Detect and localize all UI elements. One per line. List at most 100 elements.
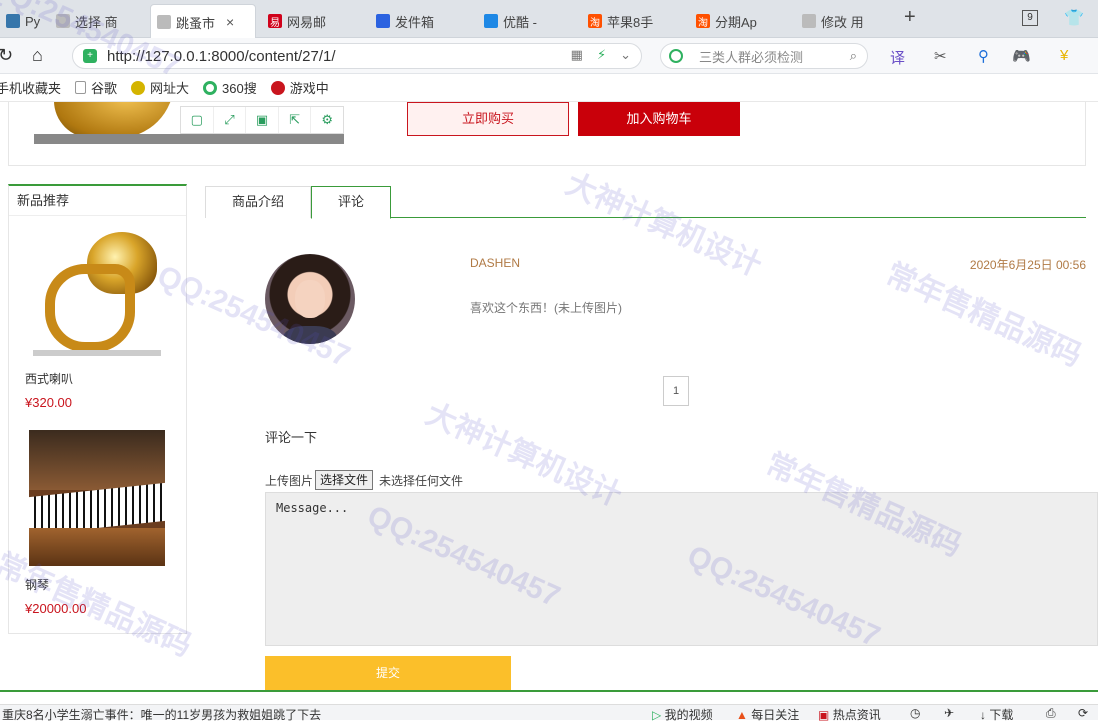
page-icon — [75, 81, 87, 94]
avatar-shirt — [283, 326, 337, 344]
tab-select-product[interactable]: 选择 商 — [50, 4, 150, 38]
news-ticker[interactable]: 重庆8名小学生溺亡事件：唯一的11岁男孩为救姐姐跳了下去 — [2, 706, 321, 723]
taobao-icon: 淘 — [588, 14, 602, 29]
bookmark-label: 手机收藏夹 — [0, 81, 62, 96]
product-name[interactable]: 钢琴 — [25, 576, 179, 593]
no-file-text: 未选择任何文件 — [379, 473, 464, 488]
product-tabs: 商品介绍 评论 — [205, 184, 1086, 219]
search-placeholder: 三类人群必须检测 — [699, 49, 804, 65]
tab-label: 发件箱 — [395, 14, 435, 30]
sidebar-product-tuba[interactable]: 西式喇叭 ¥320.00 — [25, 224, 175, 410]
tab-flea-market[interactable]: 跳蚤市 × — [150, 4, 256, 39]
coin-icon[interactable]: ¥ — [1060, 47, 1068, 64]
piano-front — [29, 528, 165, 566]
game-icon[interactable]: 🎮 — [1012, 47, 1031, 65]
bookmark-url-nav[interactable]: 网址大 — [131, 78, 189, 97]
close-icon[interactable]: × — [226, 14, 234, 30]
settings-icon[interactable]: ⚙ — [311, 107, 343, 133]
bookmark-label: 谷歌 — [91, 81, 118, 96]
message-textarea[interactable]: Message... — [265, 492, 1098, 646]
tab-label: 跳蚤市 — [176, 15, 216, 31]
lightning-icon[interactable]: ⚡ — [597, 47, 606, 63]
bookmark-label: 游戏中 — [289, 81, 329, 96]
comment-text: 喜欢这个东西！(未上传图片) — [470, 301, 622, 315]
search-icon[interactable]: ⌕ — [850, 48, 857, 64]
taobao-icon: 淘 — [696, 14, 710, 29]
bookmark-label: 网址大 — [150, 81, 190, 96]
comment-date: 2020年6月25日 00:56 — [969, 258, 1086, 272]
product-thumbnail[interactable] — [29, 430, 165, 566]
speed-icon[interactable]: ◷ — [910, 706, 920, 720]
tab-label: 优酷 - — [503, 14, 537, 30]
page-icon — [802, 14, 816, 28]
avatar-face — [295, 280, 325, 318]
share-icon[interactable]: ⇱ — [279, 107, 312, 133]
page-content: ▢ ⤢ ▣ ⇱ ⚙ 立即购买 加入购物车 新品推荐 西式喇叭 ¥320.00 钢… — [0, 102, 1098, 694]
product-price: ¥320.00 — [25, 395, 72, 410]
copy-icon[interactable]: ▢ — [181, 107, 214, 133]
new-tab-button[interactable]: + — [904, 6, 916, 29]
magnifier-icon[interactable]: ⚲ — [978, 47, 989, 65]
clean-icon[interactable]: ⟳ — [1078, 706, 1088, 720]
product-name[interactable]: 西式喇叭 — [25, 370, 175, 387]
choose-file-button[interactable]: 选择文件 — [315, 470, 374, 490]
skin-icon[interactable]: 👕 — [1064, 8, 1084, 28]
tab-product-intro[interactable]: 商品介绍 — [205, 186, 311, 218]
grid-icon[interactable]: ▦ — [571, 47, 583, 63]
add-to-cart-button[interactable]: 加入购物车 — [578, 102, 740, 136]
expand-icon[interactable]: ⤢ — [214, 107, 247, 133]
tab-label: 选择 商 — [75, 14, 118, 30]
hot-news-link[interactable]: ▣ 热点资讯 — [818, 706, 881, 723]
image-toolbar: ▢ ⤢ ▣ ⇱ ⚙ — [180, 106, 344, 134]
tab-label: 苹果8手 — [607, 14, 654, 30]
product-thumbnail[interactable] — [25, 224, 161, 360]
piano-top — [29, 430, 165, 490]
python-icon — [6, 14, 20, 28]
translate-icon[interactable]: 译 — [890, 47, 905, 68]
bookmark-360-search[interactable]: 360搜 — [203, 78, 257, 97]
browser-tab-bar: Py 选择 商 跳蚤市 × 易 网易邮 发件箱 优酷 - 淘 苹果8手 淘 分期… — [0, 0, 1098, 39]
tab-label: 修改 用 — [821, 14, 864, 30]
save-icon[interactable]: ▣ — [246, 107, 279, 133]
baidu-paw-icon — [376, 14, 390, 28]
accelerate-icon[interactable]: ✈ — [944, 706, 954, 720]
tab-outbox[interactable]: 发件箱 — [370, 4, 470, 38]
home-icon[interactable]: ⌂ — [32, 45, 43, 66]
my-video-link[interactable]: ▷ 我的视频 — [652, 706, 713, 723]
refresh-icon[interactable]: ↻ — [0, 45, 13, 66]
tab-comments[interactable]: 评论 — [311, 186, 391, 219]
submit-button[interactable]: 提交 — [265, 656, 511, 690]
chevron-down-icon[interactable]: ⌄ — [620, 47, 631, 63]
image-caption-bar — [34, 134, 344, 144]
daily-focus-link[interactable]: ▲ 每日关注 — [736, 706, 799, 723]
tab-youku[interactable]: 优酷 - — [478, 4, 578, 38]
pagination-page-1[interactable]: 1 — [663, 376, 689, 406]
bookmark-google[interactable]: 谷歌 — [75, 78, 117, 97]
scissors-icon[interactable]: ✂ — [934, 47, 947, 65]
print-icon[interactable]: ⎙ — [1046, 706, 1056, 721]
tuba-picture — [54, 102, 174, 138]
tab-count-badge[interactable]: 9 — [1022, 10, 1038, 26]
360-icon — [203, 80, 218, 95]
page-icon — [157, 15, 171, 29]
download-link[interactable]: ↓ 下载 — [980, 706, 1013, 723]
tab-netease-mail[interactable]: 易 网易邮 — [262, 4, 362, 38]
tab-python[interactable]: Py — [0, 4, 40, 38]
page-icon — [56, 14, 70, 28]
sidebar-title: 新品推荐 — [9, 186, 186, 216]
youku-icon — [484, 14, 498, 28]
search-field[interactable]: 三类人群必须检测 ⌕ — [660, 43, 868, 69]
comment-username: DASHEN — [470, 256, 521, 270]
tab-label: Py — [25, 13, 40, 29]
netease-icon: 易 — [268, 14, 282, 29]
game-center-icon — [270, 80, 285, 95]
tab-modify-user[interactable]: 修改 用 — [796, 4, 896, 38]
sidebar-product-piano[interactable]: 钢琴 ¥20000.00 — [25, 430, 179, 616]
secure-shield-icon: + — [83, 49, 97, 63]
bookmark-game-center[interactable]: 游戏中 — [270, 78, 329, 97]
tab-apple8[interactable]: 淘 苹果8手 — [582, 4, 682, 38]
buy-now-button[interactable]: 立即购买 — [407, 102, 569, 136]
tab-installment[interactable]: 淘 分期Ap — [690, 4, 790, 38]
url-field[interactable]: + http://127.0.0.1:8000/content/27/1/ ▦ … — [72, 43, 642, 69]
bookmark-mobile-favorites[interactable]: 手机收藏夹 — [0, 78, 61, 97]
